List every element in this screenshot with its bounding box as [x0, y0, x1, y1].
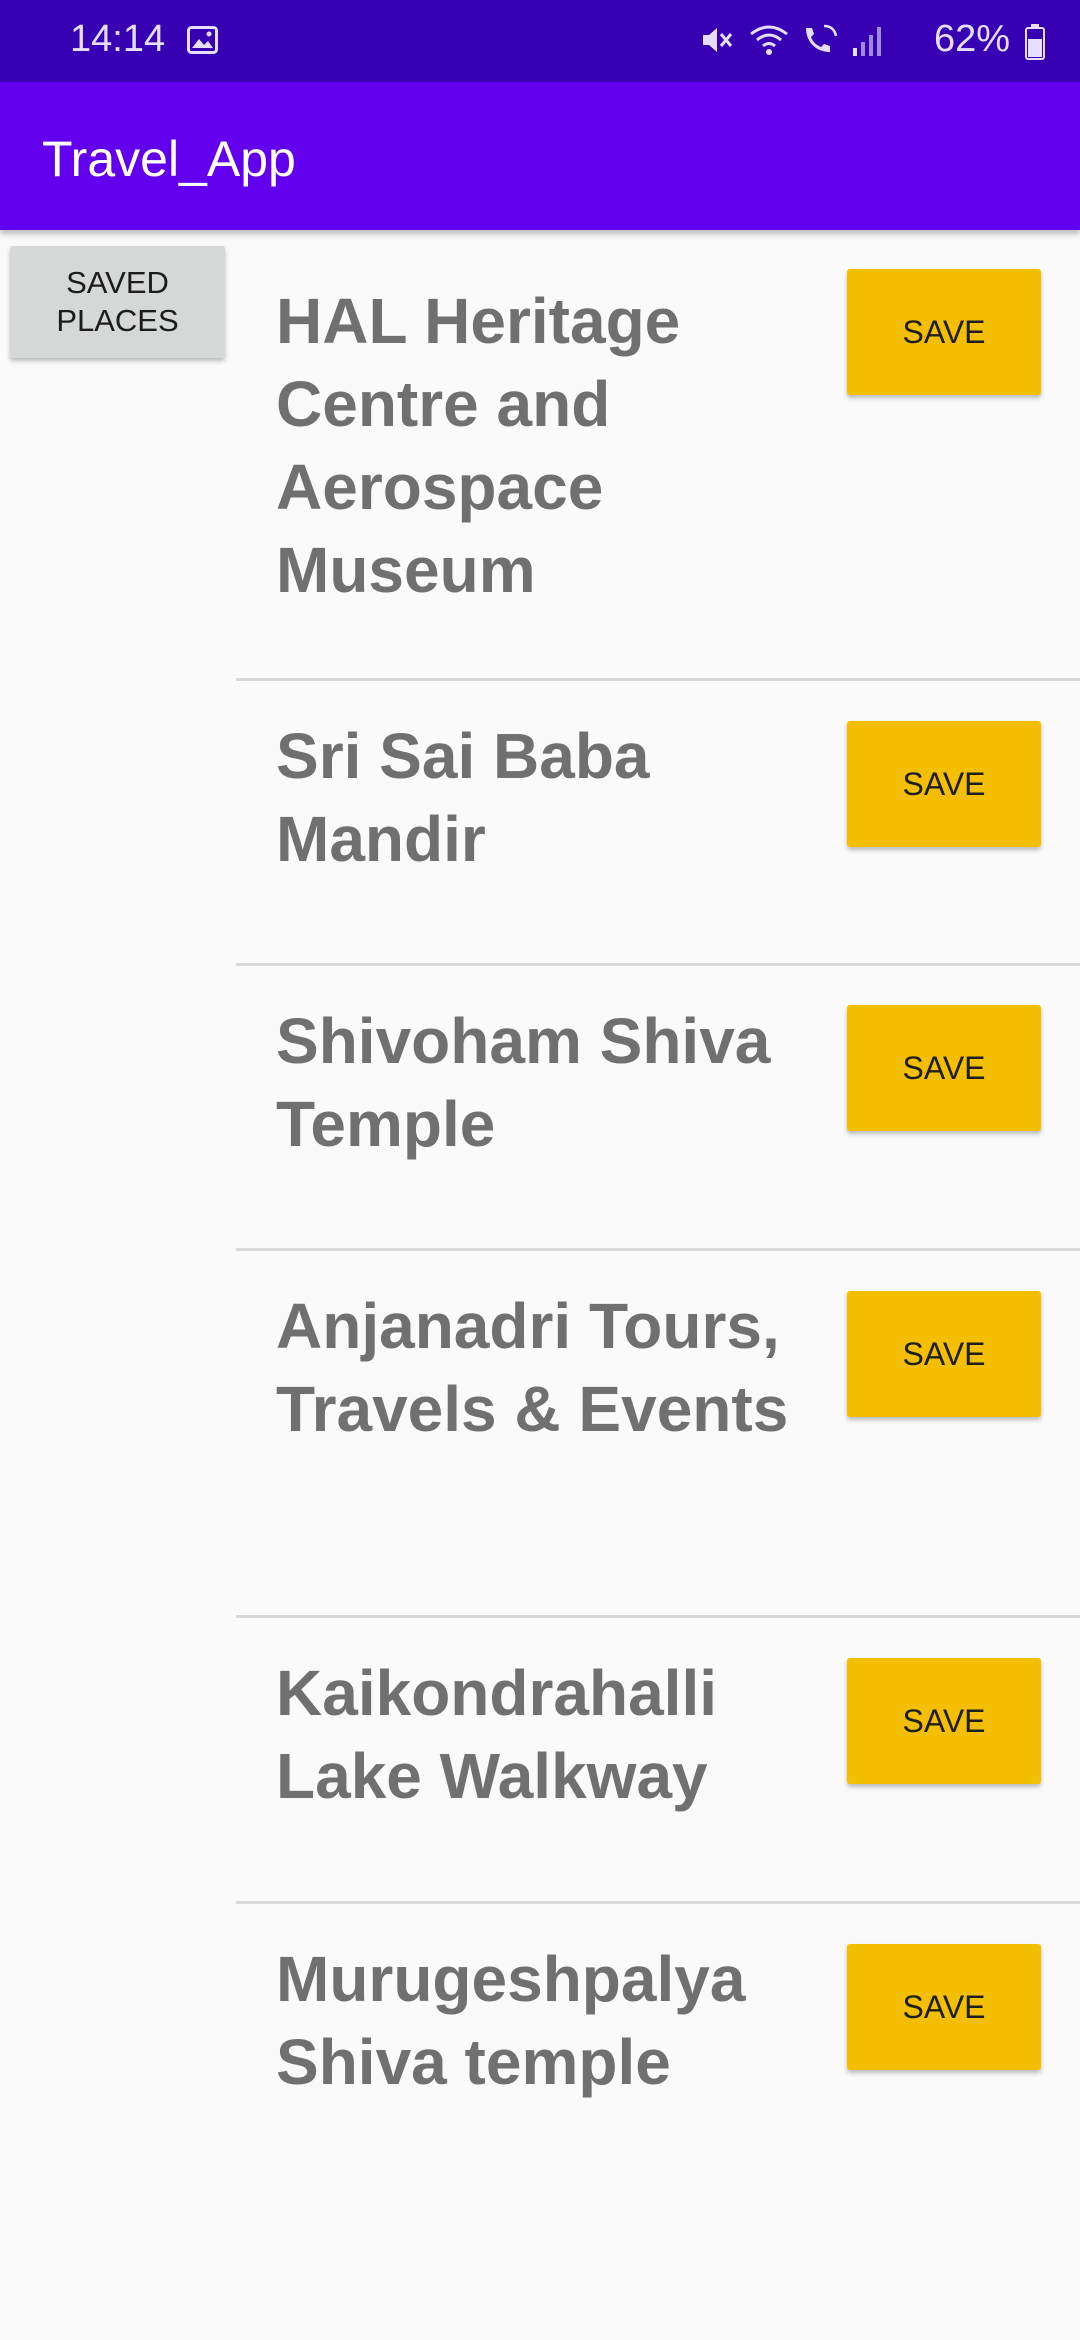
list-item: Shivoham Shiva Temple SAVE	[236, 966, 1080, 1251]
save-button[interactable]: SAVE	[847, 1291, 1041, 1417]
list-item: Sri Sai Baba Mandir SAVE	[236, 681, 1080, 966]
save-button[interactable]: SAVE	[847, 269, 1041, 395]
save-button[interactable]: SAVE	[847, 1944, 1041, 2070]
place-name: Anjanadri Tours, Travels & Events	[276, 1290, 789, 1445]
place-name: Murugeshpalya Shiva temple	[276, 1943, 746, 2098]
status-bar: 14:14 62%	[0, 0, 1080, 82]
saved-places-label-line1: SAVED	[66, 265, 169, 300]
list-item: Murugeshpalya Shiva temple SAVE	[236, 1904, 1080, 2164]
signal-icon	[853, 27, 881, 56]
list-item: HAL Heritage Centre and Aerospace Museum…	[236, 230, 1080, 681]
status-time: 14:14	[70, 18, 166, 60]
gallery-icon	[187, 26, 218, 54]
places-list[interactable]: HAL Heritage Centre and Aerospace Museum…	[236, 230, 1080, 2164]
mute-icon	[703, 28, 733, 52]
save-button[interactable]: SAVE	[847, 1005, 1041, 1131]
saved-places-button[interactable]: SAVED PLACES	[10, 246, 225, 358]
save-button[interactable]: SAVE	[847, 721, 1041, 847]
place-name: Kaikondrahalli Lake Walkway	[276, 1657, 717, 1812]
app-title: Travel_App	[42, 131, 296, 187]
list-item: Anjanadri Tours, Travels & Events SAVE	[236, 1251, 1080, 1618]
place-name: Sri Sai Baba Mandir	[276, 720, 650, 875]
battery-percentage: 62%	[933, 18, 1010, 60]
wifi-icon	[750, 25, 788, 55]
battery-icon	[1025, 24, 1045, 60]
wifi-calling-icon	[806, 24, 838, 52]
save-button[interactable]: SAVE	[847, 1658, 1041, 1784]
list-item: Kaikondrahalli Lake Walkway SAVE	[236, 1618, 1080, 1904]
place-name: HAL Heritage Centre and Aerospace Museum	[276, 285, 681, 606]
place-name: Shivoham Shiva Temple	[276, 1005, 771, 1160]
saved-places-label-line2: PLACES	[56, 303, 179, 338]
app-bar: Travel_App	[0, 82, 1080, 230]
